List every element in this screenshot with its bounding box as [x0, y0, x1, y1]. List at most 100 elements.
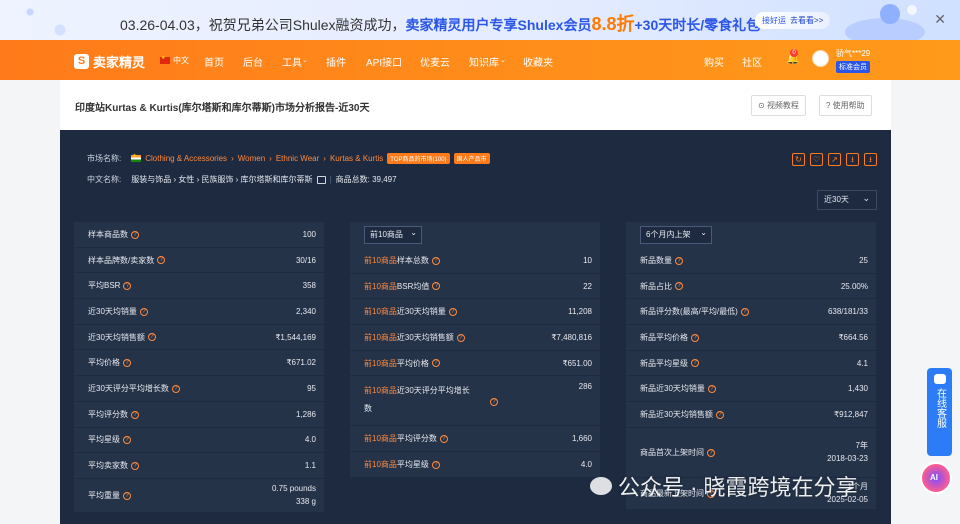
stat-row: 平均重量? 0.75 pounds 338 g [74, 479, 324, 513]
stat-label: 新品近30天均销售额 [640, 409, 713, 419]
logo[interactable]: S 卖家精灵 [74, 52, 145, 71]
stat-label: 近30天评分平均增长 [396, 386, 470, 396]
stat-label: 新品平均价格 [640, 332, 688, 342]
help-icon[interactable]: ? [675, 256, 683, 265]
help-icon[interactable]: ? [675, 282, 683, 291]
sample-stats-column: 样本商品数? 100 样本品牌数/卖家数? 30/16 平均BSR? 358 近30天… [74, 222, 324, 513]
share-icon[interactable]: ↗ [828, 153, 841, 166]
stat-label: 样本商品数 [88, 229, 128, 239]
stat-value: ₹651.00 [562, 358, 592, 368]
ai-assistant-icon[interactable] [920, 462, 952, 494]
stat-label: 平均星级 [88, 435, 120, 445]
stat-row: 新品近30天均销售额? ₹912,847 [626, 402, 876, 428]
nav-item-tools[interactable]: 工具 [282, 54, 302, 69]
nav-item-home[interactable]: 首页 [204, 54, 224, 69]
download-icon[interactable]: ⭳ [846, 153, 859, 166]
stat-row: 近30天均销售额? ₹1,544,169 [74, 325, 324, 351]
play-icon: ⊙ [758, 101, 767, 110]
stat-value: 1.1 [304, 461, 316, 471]
help-icon[interactable]: ? [131, 410, 139, 419]
help-icon[interactable]: ? [691, 359, 699, 368]
nav-item-api[interactable]: API接口 [366, 54, 402, 69]
user-name[interactable]: 骄气***29 [836, 48, 870, 59]
avatar[interactable] [812, 50, 829, 67]
period-select[interactable]: 近30天 [817, 189, 877, 210]
logo-text: 卖家精灵 [93, 55, 146, 70]
breadcrumb-link[interactable]: Women [238, 154, 265, 163]
page-header: 印度站Kurtas & Kurtis(库尔塔斯和库尔蒂斯)市场分析报告-近30天… [60, 80, 891, 130]
nav-item-favorites[interactable]: 收藏夹 [523, 54, 553, 69]
banner-decoration [0, 0, 110, 40]
stat-row: 新品平均价格? ₹664.56 [626, 325, 876, 351]
help-icon[interactable]: ? [431, 460, 440, 469]
help-icon[interactable]: ? [431, 256, 440, 265]
video-tutorial-button[interactable]: ⊙ 视频教程 [751, 95, 806, 116]
help-icon[interactable]: ? [707, 448, 715, 457]
promo-banner[interactable]: 03.26-04.03，祝贺兄弟公司Shulex融资成功，卖家精灵用户专享Shu… [0, 0, 960, 40]
help-icon[interactable]: ? [131, 230, 139, 239]
stat-value: ₹1,544,169 [275, 332, 316, 342]
breadcrumb-link[interactable]: Kurtas & Kurtis [330, 154, 383, 163]
help-button[interactable]: ? 使用帮助 [819, 95, 872, 116]
stat-row: 近30天均销量? 2,340 [74, 299, 324, 325]
top10-stats-column: 前10商品 前10商品样本总数?10 前10商品BSR均值?22 前10商品近3… [350, 222, 600, 478]
heart-icon[interactable]: ♡ [810, 153, 823, 166]
help-icon[interactable]: ? [432, 282, 441, 291]
online-service-button[interactable]: 在线客服 [927, 368, 952, 456]
stat-value: 1,286 [295, 409, 316, 419]
nav-item-knowledge[interactable]: 知识库 [469, 54, 499, 69]
stat-value: 1,660 [571, 434, 592, 444]
help-icon[interactable]: ? [431, 359, 440, 368]
help-icon[interactable]: ? [123, 436, 131, 445]
top10-dropdown[interactable]: 前10商品 [364, 225, 422, 244]
help-icon[interactable]: ? [691, 333, 699, 342]
nav-item-plugins[interactable]: 插件 [326, 54, 346, 69]
stat-prefix: 前10商品 [364, 459, 397, 469]
banner-mascot-icon [845, 4, 925, 40]
language-switch[interactable]: 中文 [160, 55, 189, 66]
help-icon[interactable]: ? [456, 333, 465, 342]
nav-item-buy[interactable]: 购买 [704, 54, 724, 69]
help-icon[interactable]: ? [448, 308, 457, 317]
refresh-icon[interactable]: ↻ [792, 153, 805, 166]
breadcrumb-link[interactable]: Clothing & Accessories [145, 154, 227, 163]
help-icon[interactable]: ? [139, 307, 148, 316]
external-link-icon[interactable] [316, 175, 326, 184]
help-icon[interactable]: ? [123, 491, 131, 500]
stat-value: 638/181/33 [827, 307, 868, 317]
new-products-dropdown[interactable]: 6个月内上架 [640, 225, 712, 244]
stat-label: 新品数量 [640, 255, 672, 265]
help-icon[interactable]: ? [715, 410, 724, 419]
close-icon[interactable]: ✕ [934, 11, 946, 28]
nav-item-youmaiyun[interactable]: 优麦云 [420, 54, 450, 69]
chinese-name-label: 中文名称: [87, 175, 122, 184]
help-icon[interactable]: ? [157, 256, 166, 265]
breadcrumb-link[interactable]: Ethnic Wear [276, 154, 319, 163]
stat-label: 平均卖家数 [88, 461, 128, 471]
new-products-column: 6个月内上架 新品数量? 25 新品占比? 25.00% 新品评分数(最高/平均/最… [626, 222, 876, 510]
banner-discount: 8.8折 [591, 14, 635, 34]
banner-text-part2: 卖家精灵用户专享Shulex会员 [405, 17, 592, 33]
help-icon[interactable]: ? [123, 359, 131, 368]
help-icon[interactable]: ? [707, 385, 716, 394]
help-icon[interactable]: ? [740, 308, 749, 317]
stat-value: 286 [578, 382, 592, 392]
help-icon[interactable]: ? [439, 435, 448, 444]
stat-label: 新品平均星级 [640, 358, 688, 368]
stat-value: 4.0 [304, 435, 316, 445]
nav-item-community[interactable]: 社区 [742, 54, 762, 69]
page-title: 印度站Kurtas & Kurtis(库尔塔斯和库尔蒂斯)市场分析报告-近30天 [75, 103, 370, 114]
help-icon[interactable]: ? [490, 398, 498, 407]
help-icon[interactable]: ? [171, 384, 180, 393]
banner-cta-button[interactable]: 接好运 去看看>> [755, 12, 831, 29]
nav-item-backend[interactable]: 后台 [243, 54, 263, 69]
help-icon[interactable]: ? [147, 333, 156, 342]
help-icon[interactable]: ? [123, 282, 132, 291]
stat-label: 平均BSR [88, 281, 121, 291]
export-icon[interactable]: ⭳ [864, 153, 877, 166]
stat-label: 样本总数 [396, 255, 429, 265]
stat-label: 近30天均销售额 [88, 332, 145, 342]
help-icon[interactable]: ? [131, 461, 139, 470]
stat-value: 2,340 [295, 306, 316, 316]
chevron-down-icon: ⌄ [302, 57, 308, 64]
